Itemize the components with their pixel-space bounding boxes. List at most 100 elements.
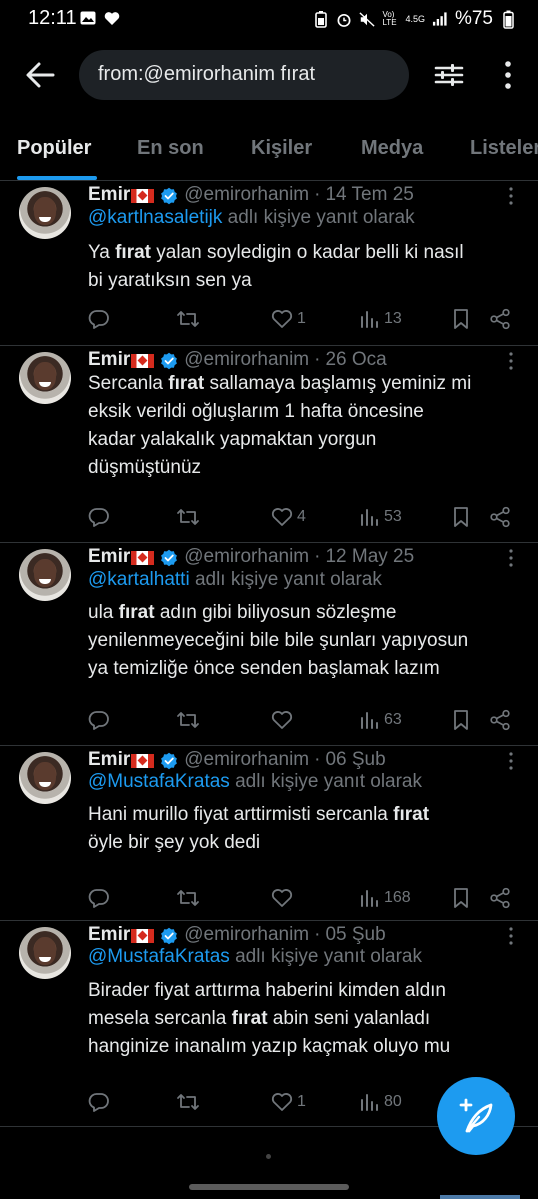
battery-icon bbox=[500, 10, 516, 29]
tab-people[interactable]: Kişiler bbox=[251, 137, 312, 160]
display-name[interactable]: Emir bbox=[88, 184, 130, 206]
reply-suffix: adlı kişiye yanıt olarak bbox=[229, 771, 422, 792]
tweet-date[interactable]: 12 May 25 bbox=[325, 546, 414, 568]
tweet-date[interactable]: 05 Şub bbox=[325, 924, 385, 946]
user-handle[interactable]: @emirorhanim bbox=[184, 184, 309, 206]
views-button[interactable]: 63 bbox=[360, 707, 402, 733]
tweet-more-icon[interactable] bbox=[508, 547, 514, 569]
corner-edge bbox=[440, 1195, 520, 1199]
reply-mention[interactable]: @MustafaKratas bbox=[88, 946, 230, 967]
avatar[interactable] bbox=[19, 752, 71, 804]
alarm-icon bbox=[336, 11, 352, 27]
tab-lists[interactable]: Listeler bbox=[470, 137, 538, 160]
user-handle[interactable]: @emirorhanim bbox=[184, 349, 309, 371]
bookmark-icon bbox=[452, 887, 470, 909]
like-button[interactable] bbox=[271, 885, 297, 911]
reply-button[interactable] bbox=[88, 504, 110, 530]
share-button[interactable] bbox=[489, 885, 511, 911]
canada-flag-icon bbox=[131, 551, 155, 565]
views-button[interactable]: 80 bbox=[360, 1089, 402, 1115]
views-count: 13 bbox=[384, 310, 402, 327]
text-segment: Sercanla bbox=[88, 373, 169, 394]
share-button[interactable] bbox=[489, 306, 511, 332]
text-segment: eksik verildi oğluşlarım 1 hafta öncesin… bbox=[88, 401, 424, 422]
tweet[interactable]: Emir @emirorhanim · 14 Tem 25 @kartlnasaleti… bbox=[0, 181, 538, 346]
display-name[interactable]: Emir bbox=[88, 749, 130, 771]
status-bar: 12:11 Vo) LTE 4.5G %75 bbox=[0, 0, 538, 36]
bookmark-button[interactable] bbox=[452, 306, 470, 332]
tweet-text-line: ya temizliğe önce senden başlamak lazım bbox=[88, 655, 528, 683]
highlighted-keyword: fırat bbox=[231, 1008, 268, 1029]
tweet[interactable]: Emir @emirorhanim · 12 May 25 @kartalhatti a… bbox=[0, 543, 538, 746]
avatar[interactable] bbox=[19, 352, 71, 404]
reply-icon bbox=[88, 1091, 110, 1113]
reply-button[interactable] bbox=[88, 1089, 110, 1115]
tweet-more-icon[interactable] bbox=[508, 350, 514, 372]
search-input[interactable] bbox=[96, 62, 400, 87]
user-handle[interactable]: @emirorhanim bbox=[184, 546, 309, 568]
retweet-button[interactable] bbox=[176, 707, 200, 733]
like-button[interactable] bbox=[271, 707, 297, 733]
tweet-text-line: düşmüştünüz bbox=[88, 454, 528, 482]
display-name[interactable]: Emir bbox=[88, 349, 130, 371]
bookmark-button[interactable] bbox=[452, 885, 470, 911]
views-icon bbox=[360, 1093, 380, 1111]
retweet-button[interactable] bbox=[176, 504, 200, 530]
reply-context: @kartlnasaletijk adlı kişiye yanıt olara… bbox=[88, 207, 415, 229]
views-button[interactable]: 168 bbox=[360, 885, 411, 911]
user-handle[interactable]: @emirorhanim bbox=[184, 924, 309, 946]
retweet-button[interactable] bbox=[176, 885, 200, 911]
avatar[interactable] bbox=[19, 187, 71, 239]
display-name[interactable]: Emir bbox=[88, 546, 130, 568]
tweet-date[interactable]: 14 Tem 25 bbox=[325, 184, 413, 206]
tweet-date[interactable]: 06 Şub bbox=[325, 749, 385, 771]
retweet-icon bbox=[176, 506, 200, 528]
verified-badge-icon bbox=[160, 927, 178, 945]
tweet-text-line: Hani murillo fiyat arttirmisti sercanla … bbox=[88, 801, 528, 829]
like-button[interactable]: 4 bbox=[271, 504, 306, 530]
tweet-more-icon[interactable] bbox=[508, 750, 514, 772]
tab-media[interactable]: Medya bbox=[361, 137, 423, 160]
reply-context: @MustafaKratas adlı kişiye yanıt olarak bbox=[88, 771, 422, 793]
home-gesture-bar[interactable] bbox=[189, 1184, 349, 1190]
user-handle[interactable]: @emirorhanim bbox=[184, 749, 309, 771]
search-filter-icon[interactable] bbox=[434, 60, 464, 90]
compose-button[interactable] bbox=[437, 1077, 515, 1155]
retweet-button[interactable] bbox=[176, 1089, 200, 1115]
tweet-more-icon[interactable] bbox=[508, 185, 514, 207]
more-options-icon[interactable] bbox=[497, 59, 519, 91]
tweet-header: Emir @emirorhanim · 05 Şub bbox=[88, 921, 514, 949]
avatar[interactable] bbox=[19, 549, 71, 601]
separator-dot: · bbox=[314, 546, 321, 567]
like-button[interactable]: 1 bbox=[271, 1089, 306, 1115]
views-button[interactable]: 53 bbox=[360, 504, 402, 530]
tab-latest[interactable]: En son bbox=[137, 137, 204, 160]
highlighted-keyword: fırat bbox=[168, 373, 205, 394]
tab-popular[interactable]: Popüler bbox=[17, 137, 91, 160]
tweet[interactable]: Emir @emirorhanim · 06 Şub @MustafaKratas ad… bbox=[0, 746, 538, 921]
reply-mention[interactable]: @kartalhatti bbox=[88, 569, 190, 590]
bookmark-button[interactable] bbox=[452, 707, 470, 733]
reply-button[interactable] bbox=[88, 707, 110, 733]
tweet-date[interactable]: 26 Oca bbox=[325, 349, 386, 371]
bookmark-button[interactable] bbox=[452, 504, 470, 530]
avatar[interactable] bbox=[19, 927, 71, 979]
share-button[interactable] bbox=[489, 504, 511, 530]
share-button[interactable] bbox=[489, 707, 511, 733]
like-button[interactable]: 1 bbox=[271, 306, 306, 332]
back-arrow-icon[interactable] bbox=[24, 60, 56, 90]
tweet[interactable]: Emir @emirorhanim · 26 Oca Sercanla fırat sa… bbox=[0, 346, 538, 543]
reply-icon bbox=[88, 887, 110, 909]
display-name[interactable]: Emir bbox=[88, 924, 130, 946]
reply-mention[interactable]: @kartlnasaletijk bbox=[88, 207, 222, 228]
reply-button[interactable] bbox=[88, 885, 110, 911]
bookmark-icon bbox=[452, 308, 470, 330]
views-button[interactable]: 13 bbox=[360, 306, 402, 332]
share-icon bbox=[489, 506, 511, 528]
retweet-button[interactable] bbox=[176, 306, 200, 332]
reply-button[interactable] bbox=[88, 306, 110, 332]
search-box[interactable] bbox=[79, 50, 409, 100]
reply-mention[interactable]: @MustafaKratas bbox=[88, 771, 230, 792]
separator-dot: · bbox=[314, 349, 321, 370]
tweet-more-icon[interactable] bbox=[508, 925, 514, 947]
